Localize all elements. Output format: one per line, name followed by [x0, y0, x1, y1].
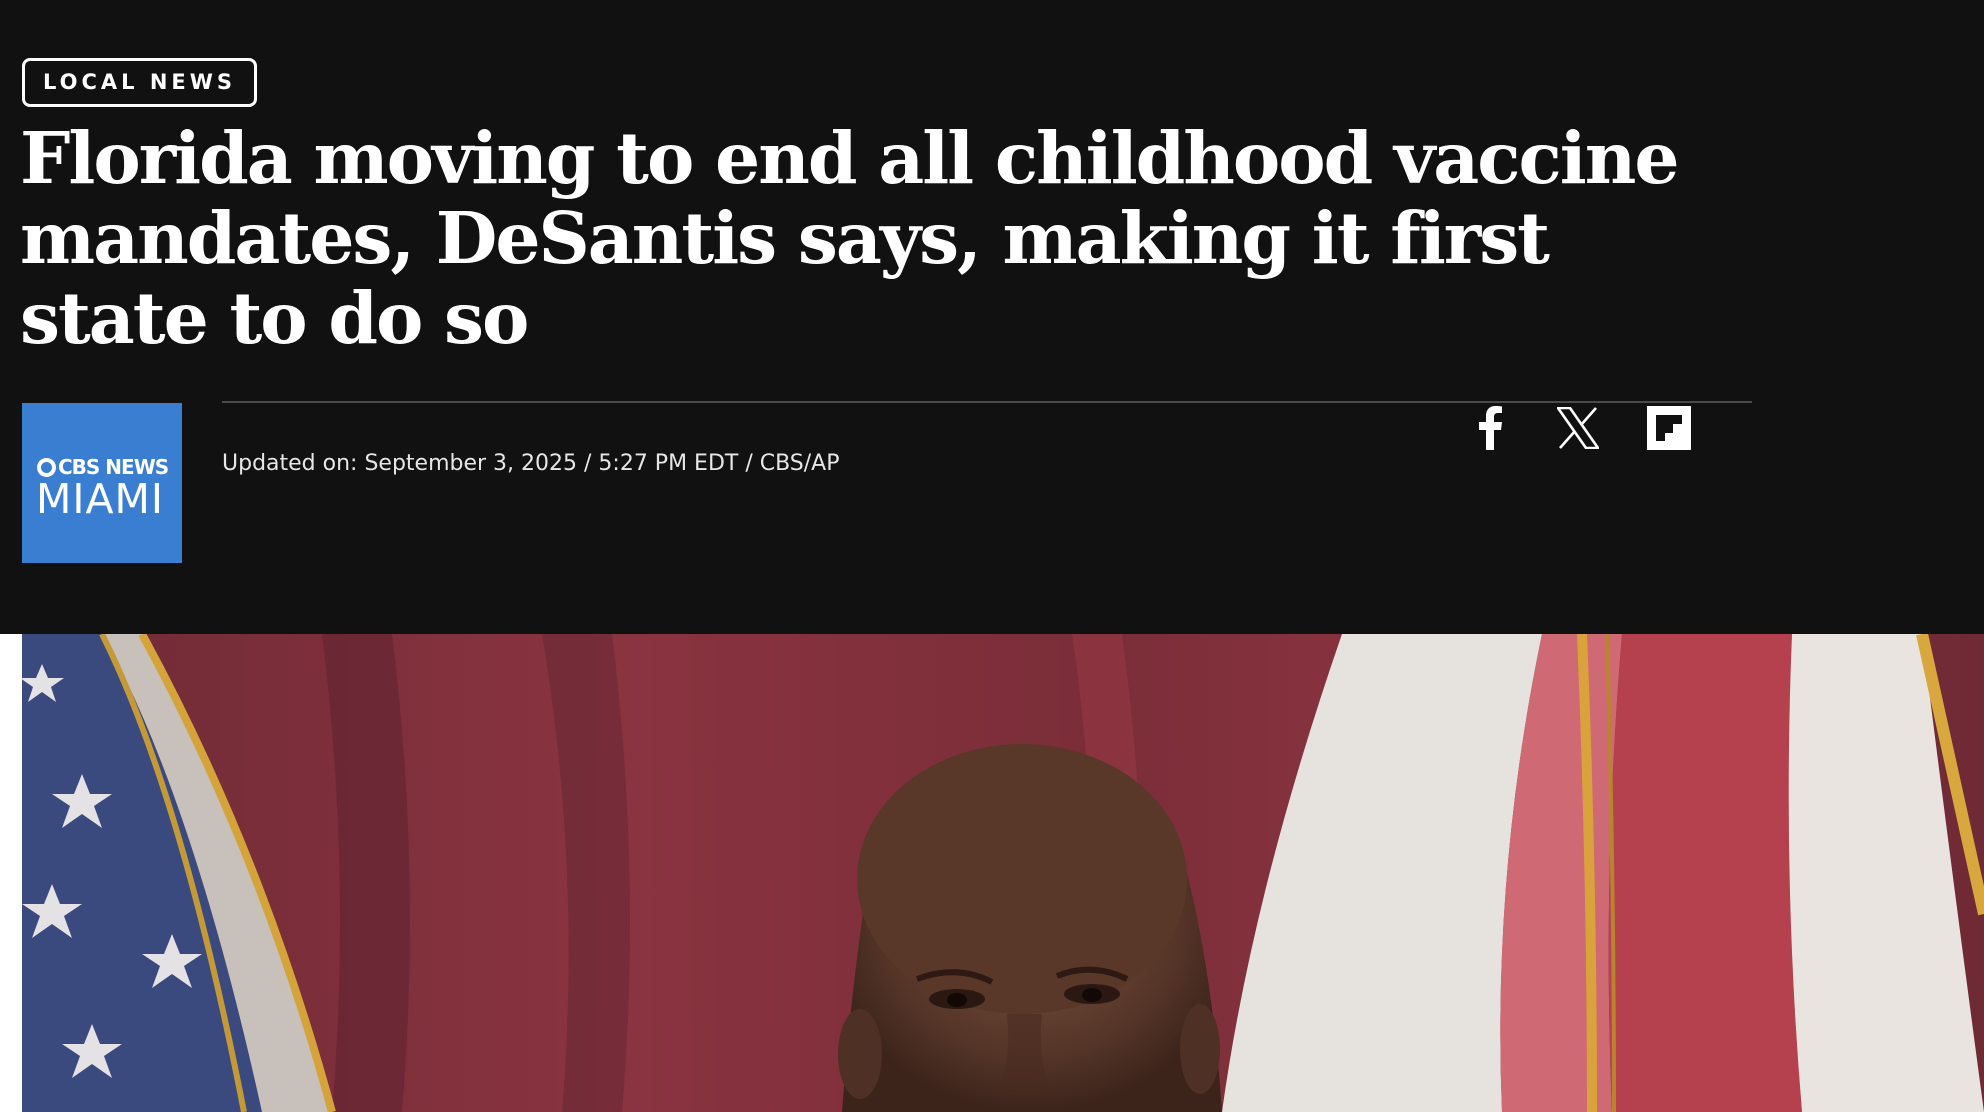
cbs-news-miami-logo[interactable]: CBS NEWS MIAMI: [22, 403, 182, 563]
article-headline: Florida moving to end all childhood vacc…: [20, 116, 1680, 360]
meta-divider: [222, 401, 1752, 403]
updated-timestamp: Updated on: September 3, 2025 / 5:27 PM …: [222, 451, 840, 476]
share-facebook-button[interactable]: [1470, 404, 1510, 452]
share-flipboard-button[interactable]: [1646, 404, 1692, 452]
x-icon: [1557, 407, 1599, 449]
share-x-button[interactable]: [1554, 404, 1602, 452]
flipboard-icon: [1647, 406, 1691, 450]
logo-bottom-text: MIAMI: [36, 475, 164, 523]
article-header: LOCAL NEWS Florida moving to end all chi…: [0, 0, 1984, 634]
hero-photo: [22, 634, 1984, 1112]
facebook-icon: [1479, 406, 1502, 450]
article-hero-image[interactable]: [22, 634, 1984, 1112]
section-badge-link[interactable]: LOCAL NEWS: [22, 58, 258, 107]
